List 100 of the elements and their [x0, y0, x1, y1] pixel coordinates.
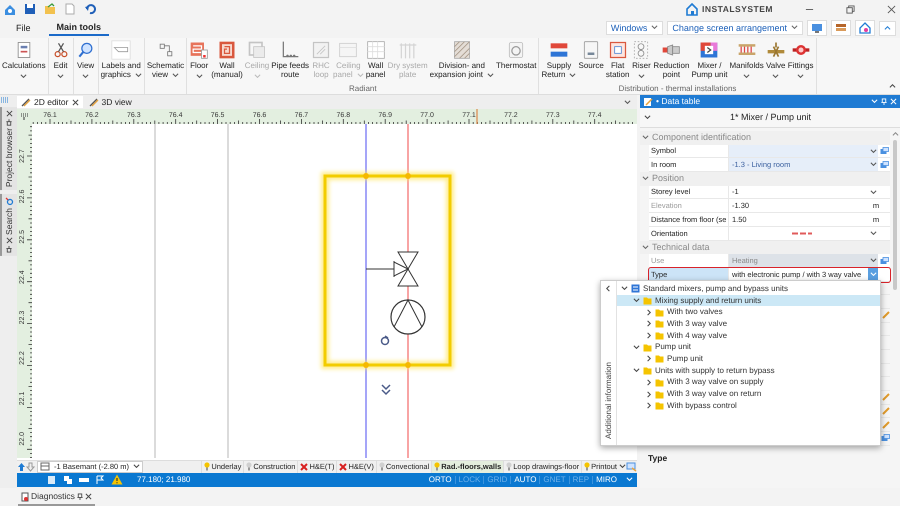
ribbon-button[interactable]: Valve — [764, 38, 787, 80]
layers-menu-icon — [619, 463, 626, 470]
valve-icon — [766, 40, 786, 60]
mixer-unit-drawing[interactable] — [321, 172, 454, 369]
tabs-menu-icon — [624, 98, 631, 106]
caret-icon — [743, 72, 750, 80]
pipe-route-icon — [280, 40, 300, 60]
dropdown-button[interactable] — [868, 268, 878, 281]
ribbon-button[interactable]: Reduction point — [652, 38, 690, 80]
close-icon[interactable] — [6, 237, 13, 244]
restore-icon[interactable] — [846, 4, 855, 14]
rotate-icon[interactable] — [380, 335, 390, 346]
caret-icon — [651, 24, 658, 32]
ribbon-button[interactable]: Mixer / Pump unit — [690, 38, 728, 80]
panel-menu-icon — [871, 98, 878, 105]
mode-toggle[interactable]: MIRO — [592, 476, 620, 484]
page-icon[interactable] — [47, 474, 57, 484]
wall-heating-icon — [216, 40, 237, 60]
up-arrow-icon[interactable] — [17, 462, 26, 472]
tree-item[interactable]: With 3 way valve on supply — [617, 376, 880, 388]
flag-icon[interactable] — [95, 474, 105, 484]
mode-toggle[interactable]: AUTO — [510, 476, 540, 484]
tree-item[interactable]: With bypass control — [617, 400, 880, 412]
tree-item[interactable]: Pump unit — [617, 353, 880, 365]
tree-item[interactable]: With 4 way valve — [617, 330, 880, 342]
save-icon[interactable] — [24, 3, 36, 15]
tree-item[interactable]: Mixing supply and return units — [617, 294, 880, 306]
side-tab[interactable]: Search — [0, 194, 17, 256]
ruler-settings-icon[interactable] — [20, 112, 29, 121]
editor-tab[interactable]: 3D view — [84, 96, 136, 108]
tree-item[interactable]: Units with supply to return bypass — [617, 364, 880, 376]
copy-icon[interactable] — [63, 474, 73, 484]
close-icon[interactable] — [6, 110, 13, 117]
ribbon-button[interactable]: Supply Return — [540, 38, 578, 80]
ribbon-button[interactable]: Riser — [630, 38, 652, 80]
tree-item[interactable]: With 3 way valve on return — [617, 388, 880, 400]
pencil-icon[interactable] — [882, 311, 890, 320]
ribbon-button[interactable]: Division- and expansion joint — [428, 38, 495, 80]
ribbon-button[interactable]: Pipe feeds route — [270, 38, 310, 80]
dropdown-button[interactable] — [868, 158, 878, 172]
close-icon[interactable] — [887, 4, 896, 14]
side-tab[interactable]: Additional information — [602, 362, 614, 439]
panel-grid-icon[interactable] — [0, 97, 10, 103]
collapse-icon — [884, 24, 891, 32]
ceiling-heating-icon — [247, 40, 267, 60]
pin-icon[interactable] — [76, 493, 83, 500]
ribbon-tab[interactable]: File — [8, 22, 39, 34]
dropdown[interactable]: Windows — [606, 20, 664, 36]
dropdown-button[interactable] — [868, 254, 878, 267]
scrollbar-thumb[interactable] — [893, 140, 897, 290]
tree-item[interactable]: Standard mixers, pump and bypass units — [617, 283, 880, 295]
caret-icon — [791, 24, 798, 32]
dropdown-button[interactable] — [868, 144, 878, 158]
app-icon[interactable] — [4, 3, 16, 15]
section-toggle-icon[interactable] — [642, 244, 649, 251]
caret-icon — [196, 72, 203, 80]
ribbon-button[interactable]: Wall panel — [364, 38, 387, 80]
side-tab[interactable]: Project browser — [0, 107, 17, 190]
ceiling-panel-icon — [338, 40, 358, 60]
ribbon-button[interactable]: Source — [577, 38, 605, 71]
ribbon-button[interactable]: Wall (manual) — [210, 38, 244, 80]
editor-tab[interactable]: 2D editor — [17, 96, 82, 108]
house-icon[interactable] — [859, 22, 871, 34]
ribbon-tab[interactable]: Main tools — [48, 20, 110, 36]
ribbon-button[interactable]: Labels and graphics — [100, 38, 143, 80]
collapse-ribbon-icon — [889, 83, 896, 90]
ribbon-button[interactable]: Flat station — [604, 38, 630, 80]
stack-icon[interactable] — [835, 22, 847, 34]
undo-icon[interactable] — [84, 3, 96, 15]
ribbon-button[interactable]: Edit — [50, 38, 72, 80]
warning-icon[interactable] — [111, 474, 123, 485]
close-icon[interactable] — [72, 98, 78, 106]
close-icon[interactable] — [84, 493, 92, 500]
connector-icon[interactable] — [381, 384, 391, 396]
ribbon-button[interactable]: View — [74, 38, 97, 80]
section-toggle-icon[interactable] — [642, 134, 649, 142]
dropdown[interactable]: Change screen arrangement — [667, 20, 803, 36]
mode-toggle[interactable]: ORTO — [426, 476, 455, 484]
caret-icon — [772, 72, 780, 80]
monitor-icon[interactable] — [811, 22, 823, 34]
ribbon-button[interactable]: Thermostat — [495, 38, 538, 71]
ribbon-button[interactable]: Manifolds — [728, 38, 765, 80]
link-icon[interactable] — [881, 434, 890, 442]
ribbon-button[interactable]: Fittings — [786, 38, 815, 80]
section-toggle-icon[interactable] — [642, 175, 649, 182]
bulb-icon — [506, 462, 512, 471]
tree-item[interactable]: With two valves — [617, 306, 880, 318]
tree-item[interactable]: Pump unit — [617, 341, 880, 354]
pin-icon[interactable] — [6, 119, 12, 126]
ribbon-button[interactable]: Floor — [188, 38, 210, 80]
orientation-line-icon — [792, 232, 812, 235]
layer-settings-icon[interactable] — [626, 462, 637, 472]
link-icon[interactable] — [880, 256, 888, 265]
pin-icon[interactable] — [6, 246, 12, 253]
ribbon-button[interactable]: Schematic view — [146, 38, 186, 80]
tree-item[interactable]: With 3 way valve — [617, 318, 880, 330]
ribbon-button[interactable]: Calculations — [1, 38, 47, 80]
folder-icon[interactable] — [44, 3, 56, 15]
section-title: Position — [652, 172, 684, 186]
coordinates: 77.180; 21.980 — [137, 474, 190, 486]
